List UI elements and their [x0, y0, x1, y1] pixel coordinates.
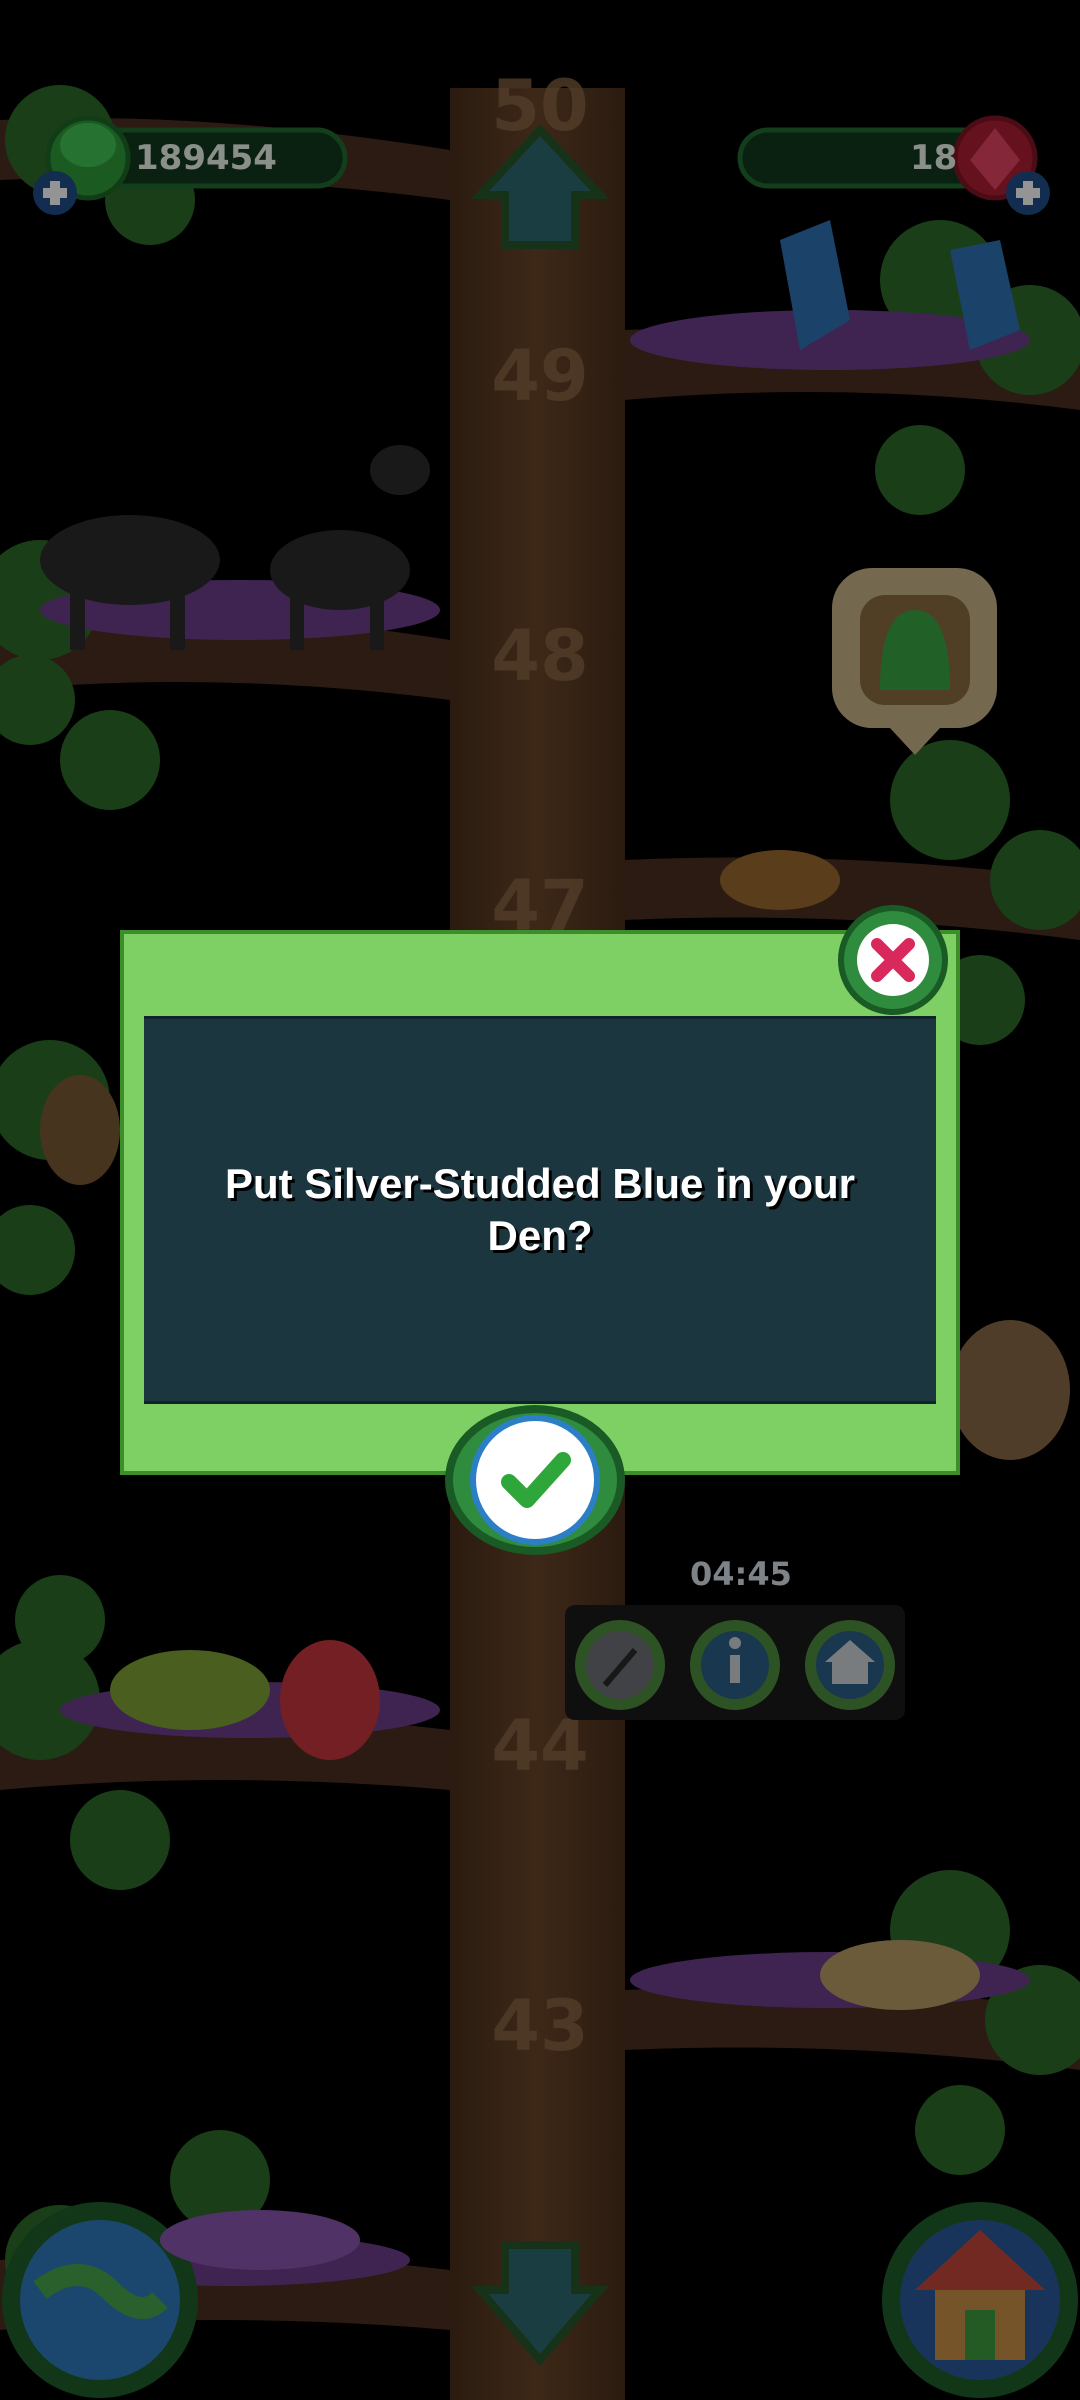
branch-number-49: 49: [491, 335, 588, 417]
coin-count: 189454: [135, 138, 277, 178]
gem-bubble[interactable]: [832, 568, 997, 755]
dialog-body: Put Silver-Studded Blue in your Den?: [144, 1016, 936, 1404]
add-coins-icon[interactable]: [33, 171, 77, 215]
dialog-message: Put Silver-Studded Blue in your Den?: [224, 1160, 856, 1259]
home-button[interactable]: [882, 2202, 1078, 2398]
confirm-button[interactable]: [445, 1405, 625, 1555]
info-button[interactable]: [690, 1620, 780, 1710]
branch-number-48: 48: [491, 615, 588, 697]
den-button[interactable]: [805, 1620, 895, 1710]
gem-counter: [737, 115, 1038, 201]
add-gems-icon[interactable]: [1006, 171, 1050, 215]
close-icon: [871, 938, 915, 982]
checkmark-icon: [501, 1452, 571, 1508]
branch-number-43: 43: [491, 1985, 588, 2067]
close-button[interactable]: [838, 905, 948, 1015]
confirm-dialog: Put Silver-Studded Blue in your Den?: [120, 930, 960, 1475]
net-button[interactable]: [575, 1620, 665, 1710]
gem-count: 18: [910, 138, 958, 178]
timer-label: 04:45: [690, 1555, 792, 1593]
